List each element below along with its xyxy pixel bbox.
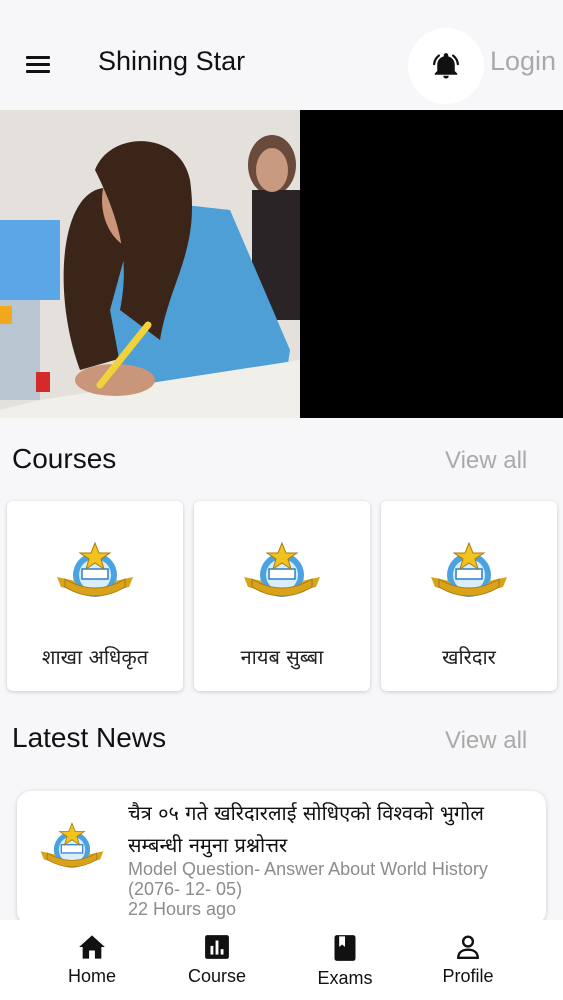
nav-profile-label: Profile xyxy=(442,966,494,986)
home-icon xyxy=(79,935,105,959)
shining-star-logo xyxy=(57,541,133,597)
nav-course-label: Course xyxy=(187,966,247,986)
menu-button[interactable] xyxy=(22,52,54,78)
menu-icon-bar xyxy=(26,63,50,66)
nav-exams[interactable]: Exams xyxy=(295,934,395,989)
course-label: नायब सुब्बा xyxy=(240,645,324,669)
person-icon xyxy=(457,935,479,960)
news-title: Latest News xyxy=(12,722,167,753)
shining-star-logo xyxy=(40,822,104,868)
login-button[interactable]: Login xyxy=(490,46,556,77)
bar-chart-icon xyxy=(205,935,229,959)
nav-home[interactable]: Home xyxy=(42,934,142,987)
shining-star-logo xyxy=(431,541,507,597)
banner-image xyxy=(0,110,300,418)
nav-home-label: Home xyxy=(67,966,116,986)
nav-exams-label: Exams xyxy=(317,968,373,988)
courses-view-all-link[interactable]: View all xyxy=(445,447,527,475)
courses-title: Courses xyxy=(12,443,117,474)
course-card[interactable]: खरिदार xyxy=(381,501,557,691)
news-headline: चैत्र ०५ गते खरिदारलाई सोधिएको विश्वको भ… xyxy=(128,801,484,857)
course-card[interactable]: शाखा अधिकृत xyxy=(7,501,183,691)
course-label: खरिदार xyxy=(442,645,496,669)
hero-banner[interactable] xyxy=(0,110,563,418)
app-title: Shining Star xyxy=(98,46,246,76)
book-icon xyxy=(334,935,356,961)
news-card[interactable]: चैत्र ०५ गते खरिदारलाई सोधिएको विश्वको भ… xyxy=(17,791,546,925)
bottom-navigation: Home Course Exams Profile xyxy=(0,920,563,1000)
nav-course[interactable]: Course xyxy=(167,934,267,987)
menu-icon xyxy=(26,56,50,59)
nav-profile[interactable]: Profile xyxy=(418,934,518,987)
notifications-button[interactable] xyxy=(408,28,484,104)
app-bar: Shining Star Login xyxy=(0,0,563,110)
shining-star-logo xyxy=(244,541,320,597)
news-timestamp: 22 Hours ago xyxy=(128,899,237,919)
bell-icon xyxy=(433,53,459,79)
menu-icon-bar xyxy=(26,70,50,73)
news-view-all-link[interactable]: View all xyxy=(445,727,527,755)
news-subtitle: Model Question- Answer About World Histo… xyxy=(128,859,488,899)
course-label: शाखा अधिकृत xyxy=(41,645,149,669)
course-card[interactable]: नायब सुब्बा xyxy=(194,501,370,691)
